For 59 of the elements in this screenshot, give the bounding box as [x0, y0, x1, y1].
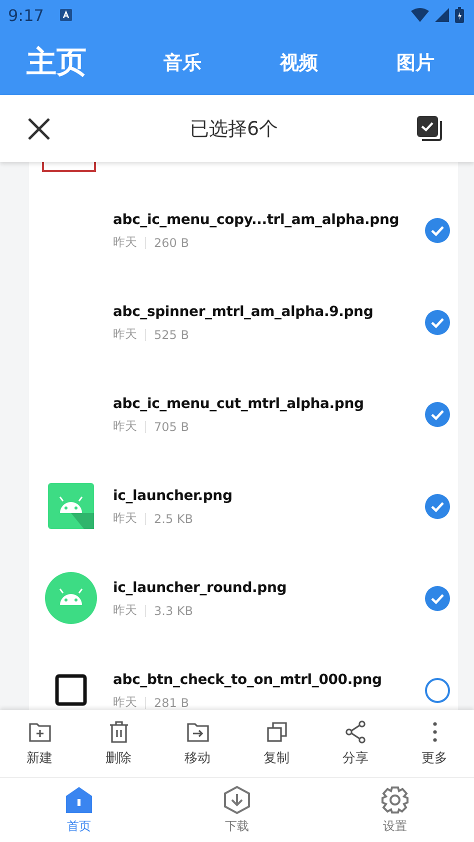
file-row[interactable]: abc_ic_menu_copy...trl_am_alpha.png 昨天 260 B — [29, 184, 458, 276]
android-app-icon — [45, 572, 97, 624]
file-row[interactable]: ic_launcher_round.png 昨天 3.3 KB — [29, 552, 458, 644]
nav-tab[interactable]: 首页 — [0, 778, 158, 842]
file-name: abc_ic_menu_cut_mtrl_alpha.png — [113, 396, 365, 412]
file-size: 705 B — [154, 420, 189, 434]
file-date: 昨天 — [113, 602, 137, 619]
file-date: 昨天 — [113, 510, 137, 527]
file-date: 昨天 — [113, 234, 137, 251]
file-row[interactable]: abc_ic_menu_cut_mtrl_alpha.png 昨天 705 B — [29, 368, 458, 460]
settings-icon — [381, 786, 409, 814]
wifi-icon — [411, 8, 429, 22]
copy-icon — [264, 720, 288, 744]
move-icon — [186, 720, 210, 744]
checked-circle-icon[interactable] — [425, 218, 450, 243]
share-icon — [344, 720, 368, 744]
file-date: 昨天 — [113, 326, 137, 343]
file-name: abc_spinner_mtrl_am_alpha.9.png — [113, 304, 374, 320]
action-button[interactable]: 新建 — [0, 710, 79, 777]
more-icon — [432, 720, 438, 744]
file-size: 281 B — [154, 696, 189, 710]
file-name: ic_launcher_round.png — [113, 580, 288, 596]
file-name: abc_ic_menu_copy...trl_am_alpha.png — [113, 212, 400, 228]
new-folder-icon — [28, 720, 52, 744]
file-name: ic_launcher.png — [113, 488, 234, 504]
android-app-icon — [48, 483, 94, 529]
file-row[interactable]: ic_launcher.png 昨天 2.5 KB — [29, 460, 458, 552]
square-outline-icon — [55, 674, 87, 706]
thumbnail-edge — [42, 162, 96, 172]
file-size: 3.3 KB — [154, 604, 193, 618]
unchecked-circle-icon[interactable] — [425, 678, 450, 703]
nav-tab[interactable]: 设置 — [316, 778, 474, 842]
action-button[interactable]: 更多 — [395, 710, 474, 777]
action-button[interactable]: 分享 — [316, 710, 395, 777]
checked-circle-icon[interactable] — [425, 402, 450, 427]
signal-icon — [435, 8, 449, 22]
file-date: 昨天 — [113, 418, 137, 435]
status-time: 9:17 — [8, 6, 44, 24]
action-button[interactable]: 复制 — [237, 710, 316, 777]
file-date: 昨天 — [113, 694, 137, 710]
file-row[interactable]: abc_spinner_mtrl_am_alpha.9.png 昨天 525 B — [29, 276, 458, 368]
checked-circle-icon[interactable] — [425, 494, 450, 519]
checked-circle-icon[interactable] — [425, 586, 450, 611]
close-icon[interactable] — [26, 116, 52, 142]
selection-count: 已选择6个 — [190, 116, 278, 142]
checked-circle-icon[interactable] — [425, 310, 450, 335]
file-name: abc_btn_check_to_on_mtrl_000.png — [113, 672, 383, 688]
keyboard-icon — [60, 9, 72, 21]
file-size: 2.5 KB — [154, 512, 193, 526]
battery-icon — [455, 7, 464, 23]
file-size: 525 B — [154, 328, 189, 342]
select-all-icon[interactable] — [416, 114, 444, 142]
home-icon — [65, 786, 93, 814]
nav-tab[interactable]: 下载 — [158, 778, 316, 842]
download-icon — [223, 786, 251, 814]
file-size: 260 B — [154, 236, 189, 250]
file-row[interactable]: abc_btn_check_to_on_mtrl_000.png 昨天 281 B — [29, 644, 458, 710]
action-button[interactable]: 移动 — [158, 710, 237, 777]
action-button[interactable]: 删除 — [79, 710, 158, 777]
